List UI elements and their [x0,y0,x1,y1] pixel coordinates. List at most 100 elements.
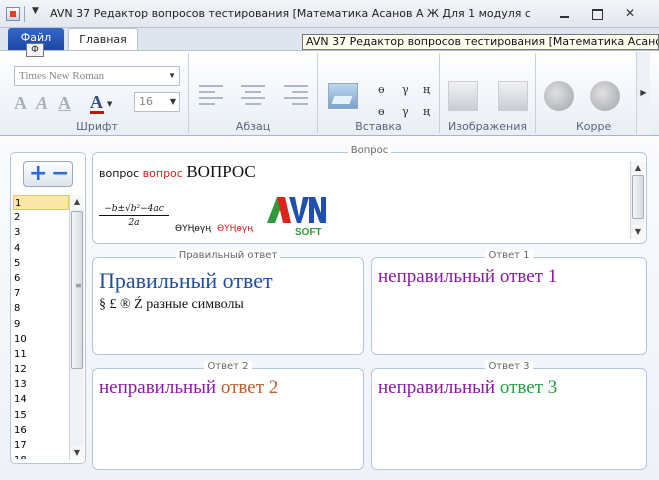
chevron-down-icon: ▼ [168,71,176,80]
scroll-down-icon[interactable]: ▼ [70,446,84,460]
minus-icon[interactable]: − [51,162,69,186]
font-group-label: Шрифт [76,120,118,133]
italic-font-icon[interactable]: A [36,93,48,114]
answer-3-editor[interactable]: Ответ 3 неправильный ответ 3 [371,361,647,470]
chevron-down-icon: ▼ [169,97,176,106]
symbol-button[interactable]: ө [378,105,385,118]
app-icon[interactable] [6,7,20,21]
spell-check-icon[interactable] [544,81,574,111]
add-remove-question-button[interactable]: + − [23,161,73,187]
font-group: Times New Roman ▼ A A A A ▼ 16 ▼ Шрифт [6,53,189,133]
font-size-select[interactable]: 16 ▼ [134,92,180,112]
font-color-icon[interactable]: A [90,92,104,114]
align-center-icon[interactable] [241,83,267,105]
minimize-button[interactable] [552,6,578,23]
list-item[interactable]: 1 [13,195,69,211]
symbol-button[interactable]: γ [402,83,409,96]
insert-picture-icon[interactable] [328,83,358,109]
answer-3-label: Ответ 3 [485,361,533,372]
maximize-button[interactable] [584,6,610,23]
list-item[interactable]: 16 [13,423,69,438]
correct-answer-label: Правильный ответ [175,250,281,261]
list-scrollbar[interactable]: ▲ ≡ ▼ [69,195,84,460]
question-word-1: вопрос [99,167,140,180]
list-item[interactable]: 2 [13,210,69,225]
question-scrollbar[interactable]: ▲ ▼ [630,161,645,239]
images-group: Изображения [440,53,536,133]
font-name-value: Times New Roman [19,70,105,82]
list-item[interactable]: 18 [13,453,69,459]
answer-3-part-1: неправильный [378,377,500,398]
scroll-up-icon[interactable]: ▲ [70,195,84,209]
list-item[interactable]: 15 [13,408,69,423]
grow-font-icon[interactable]: A [14,93,27,114]
answer-3-part-2: ответ 3 [499,377,558,398]
align-right-icon[interactable] [284,83,310,105]
list-item[interactable]: 3 [13,225,69,240]
list-item[interactable]: 4 [13,241,69,256]
list-item[interactable]: 8 [13,301,69,316]
images-group-label: Изображения [448,120,527,133]
question-text-line: вопрос вопрос ВОПРОС [99,162,256,182]
list-item[interactable]: 14 [13,392,69,407]
align-left-icon[interactable] [199,83,225,105]
list-item[interactable]: 12 [13,362,69,377]
ribbon: Times New Roman ▼ A A A A ▼ 16 ▼ Шрифт А… [0,50,659,136]
special-symbols-text: § £ ® Ź разные символы [99,297,244,312]
list-item[interactable]: 5 [13,256,69,271]
list-item[interactable]: 6 [13,271,69,286]
question-word-2: вопрос [142,167,183,180]
answer-1-text: неправильный ответ 1 [378,266,558,287]
workspace: + − 1 2 3 4 5 6 7 8 9 10 11 12 13 14 15 … [0,137,659,480]
answer-2-text: неправильный ответ 2 [99,377,278,399]
formula-numerator: −b±√b²−4ac [99,204,169,216]
symbol-button[interactable]: ң [423,105,430,118]
symbol-button[interactable]: ө [378,83,385,96]
image-edit-icon[interactable] [498,81,528,111]
tab-home[interactable]: Главная [68,28,138,51]
answer-2-label: Ответ 2 [204,361,252,372]
answer-1-label: Ответ 1 [485,250,533,261]
kazakh-letters-2: ӨҮҢөүң [217,224,254,234]
question-list-panel: + − 1 2 3 4 5 6 7 8 9 10 11 12 13 14 15 … [10,152,86,464]
close-button[interactable] [618,6,644,23]
correction-tools-icon[interactable] [590,81,620,111]
insert-group: ө γ ң ө γ ң Вставка [318,53,440,133]
question-editor[interactable]: Вопрос вопрос вопрос ВОПРОС −b±√b²−4ac 2… [92,145,647,244]
font-color-dropdown-icon[interactable]: ▼ [107,100,112,108]
underline-font-icon[interactable]: A [58,93,71,114]
list-item[interactable]: 17 [13,438,69,453]
title-tooltip: AVN 37 Редактор вопросов тестирования [М… [302,34,659,50]
answer-2-part-1: неправильный [99,377,221,398]
scroll-up-icon[interactable]: ▲ [631,161,645,175]
plus-icon[interactable]: + [29,162,47,186]
avn-soft-logo: SOFT [267,197,326,237]
list-item[interactable]: 10 [13,332,69,347]
qat-dropdown-icon[interactable]: ▼ [32,6,39,16]
answer-1-editor[interactable]: Ответ 1 неправильный ответ 1 [371,250,647,355]
list-item[interactable]: 11 [13,347,69,362]
file-key-tip: Ф [26,43,44,57]
question-label: Вопрос [347,145,392,156]
ribbon-scroll-right-icon[interactable]: ▶ [636,52,650,134]
image-resize-icon[interactable] [448,81,478,111]
correct-answer-editor[interactable]: Правильный ответ Правильный ответ § £ ® … [92,250,364,355]
scroll-down-icon[interactable]: ▼ [631,225,645,239]
paragraph-group: Абзац [189,53,318,133]
symbol-button[interactable]: ң [423,83,430,96]
font-name-select[interactable]: Times New Roman ▼ [14,66,180,86]
list-item[interactable]: 13 [13,377,69,392]
scroll-thumb[interactable] [632,175,644,219]
list-item[interactable]: 7 [13,286,69,301]
answer-3-text: неправильный ответ 3 [378,377,557,399]
logo-sub-text: SOFT [295,227,322,237]
symbol-button[interactable]: γ [402,105,409,118]
list-item[interactable]: 9 [13,317,69,332]
font-size-value: 16 [139,95,153,108]
scroll-thumb[interactable]: ≡ [71,211,83,369]
title-bar: ▼ AVN 37 Редактор вопросов тестирования … [0,0,659,28]
question-word-3: ВОПРОС [186,162,256,181]
answer-2-editor[interactable]: Ответ 2 неправильный ответ 2 [92,361,364,470]
question-number-list[interactable]: 1 2 3 4 5 6 7 8 9 10 11 12 13 14 15 16 1… [13,195,69,459]
qat-separator [24,6,25,22]
